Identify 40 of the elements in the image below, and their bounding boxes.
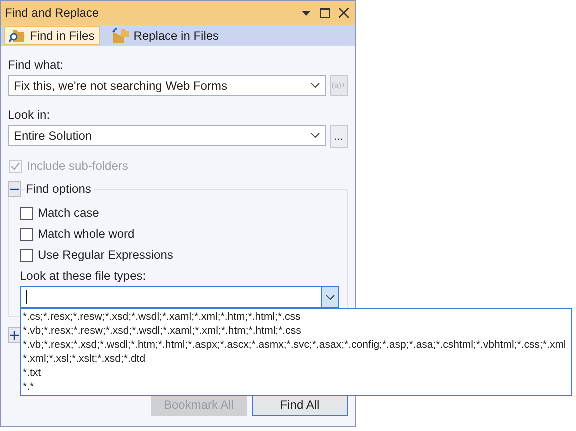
dropdown-option[interactable]: *.vb;*.resx;*.xsd;*.wsdl;*.htm;*.html;*.aspx;*.ascx;*.asmx;*.svc;*.asax;*.config;*.asp;*.asa;*.cshtml;*.vbhtml;*.css;*.xml [23, 338, 566, 352]
chevron-icon [326, 294, 334, 300]
field-label: Find what: [8, 58, 64, 72]
group-title: Find options [26, 182, 94, 196]
close-icon[interactable] [339, 8, 349, 18]
chevron-icon [311, 83, 320, 88]
checkbox-label: Use Regular Expressions [38, 248, 174, 262]
dropdown-option[interactable]: *.cs;*.resx;*.resw;*.xsd;*.wsdl;*.xaml;*.xml;*.htm;*.html;*.css [23, 310, 301, 324]
tab[interactable]: Find in Files [4, 26, 100, 45]
plus-icon [10, 330, 19, 340]
dropdown-option[interactable]: *.txt [23, 366, 42, 380]
maximize-icon[interactable] [320, 8, 330, 18]
dropdown-option[interactable]: *.xml;*.xsl;*.xslt;*.xsd;*.dtd [23, 352, 146, 366]
checkbox-label: Match whole word [38, 227, 135, 241]
dropdown-option[interactable]: *.* [23, 380, 34, 394]
tab[interactable]: Replace in Files [106, 26, 224, 45]
checkbox[interactable] [20, 228, 33, 240]
dropdown-option[interactable]: *.vb;*.resx;*.resw;*.xsd;*.wsdl;*.xaml;*.xml;*.htm;*.html;*.css [23, 324, 302, 338]
field-label: Look in: [8, 108, 52, 122]
field-label: Look at these file types: [20, 269, 148, 283]
find-what-text[interactable]: Fix this, we're not searching Web Forms [9, 78, 311, 92]
chevron-icon [311, 133, 320, 138]
look-in-combo[interactable]: Entire Solution [8, 125, 326, 146]
window-title: Find and Replace [5, 6, 100, 20]
browse-button[interactable]: ... [330, 125, 348, 148]
expand-button[interactable] [8, 327, 21, 343]
look-in-text[interactable]: Entire Solution [9, 128, 311, 142]
checkbox-label: Include sub-folders [27, 159, 128, 173]
checkbox[interactable] [20, 206, 33, 220]
file-types-combo[interactable] [20, 286, 339, 308]
collapse-button[interactable] [8, 181, 21, 197]
text-cursor [26, 290, 27, 304]
checkbox-label: Match case [38, 206, 100, 220]
find-what-combo[interactable]: Fix this, we're not searching Web Forms [8, 75, 326, 96]
dropdown-icon[interactable] [302, 10, 311, 16]
find-folder-icon [9, 28, 25, 43]
replace-folder-icon [110, 28, 129, 43]
checkbox[interactable] [20, 248, 33, 262]
dropdown-button[interactable] [321, 287, 338, 307]
action-button[interactable]: Find All [252, 394, 348, 416]
